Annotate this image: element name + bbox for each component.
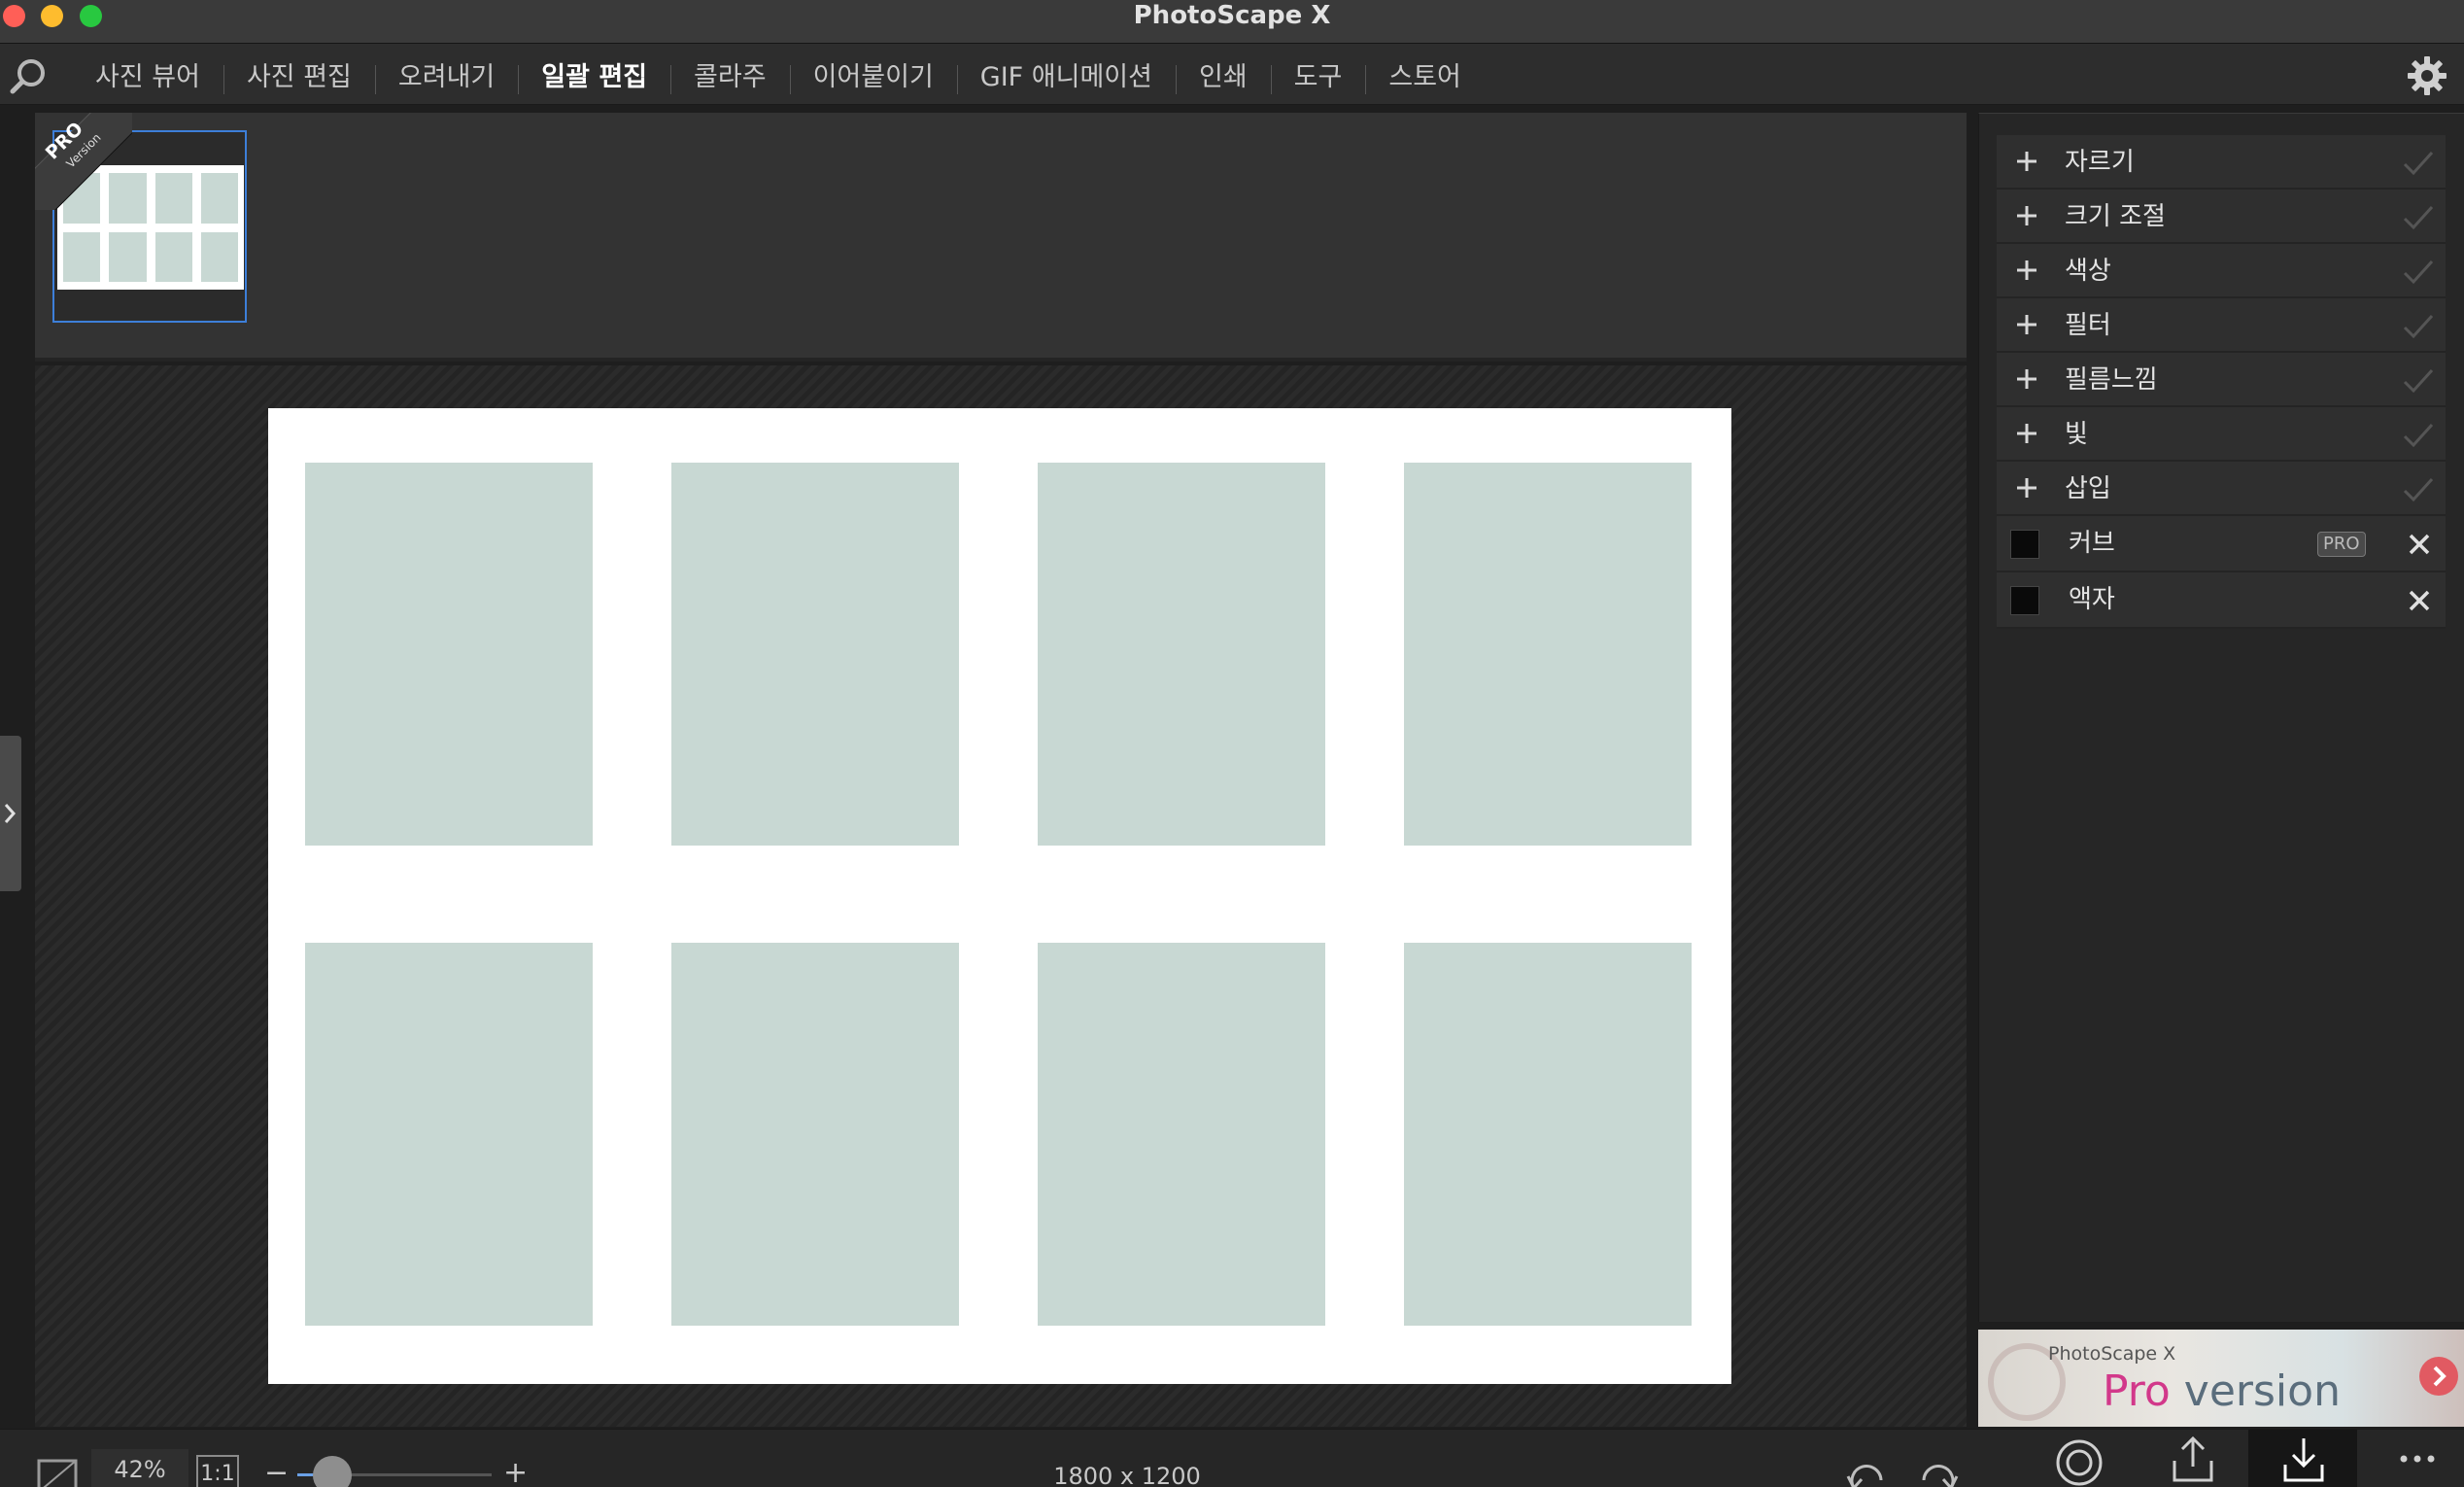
chevron-right-icon <box>4 804 17 823</box>
tool-label: 자르기 <box>2065 148 2135 177</box>
pro-badge: PRO <box>2317 532 2366 557</box>
zoom-slider[interactable] <box>297 1456 492 1487</box>
option-item[interactable]: 액자 <box>1997 572 2446 629</box>
tool-item[interactable]: 필름느낌 <box>1997 353 2446 407</box>
collage-preview <box>268 408 1731 1384</box>
banner-app-name: PhotoScape X <box>2048 1343 2176 1365</box>
tool-item[interactable]: 삽입 <box>1997 462 2446 516</box>
tool-label: 색상 <box>2065 257 2111 286</box>
banner-version-word: version <box>2170 1366 2341 1416</box>
color-swatch[interactable] <box>2010 530 2039 559</box>
image-dimensions: 1800 x 1200 <box>1053 1463 1201 1487</box>
collage-cell <box>1038 463 1325 846</box>
checkmark-icon[interactable] <box>2401 145 2436 180</box>
tab-4[interactable]: 콜라주 <box>670 44 790 105</box>
actual-size-button[interactable]: 1:1 <box>196 1455 239 1487</box>
option-label: 커브 <box>2069 529 2115 558</box>
mode-tabs: 사진 뷰어 사진 편집 오려내기 일괄 편집 콜라주 이어붙이기 GIF 애니메이션 인쇄 도구… <box>72 44 1485 105</box>
color-swatch[interactable] <box>2010 586 2039 615</box>
checkmark-icon[interactable] <box>2401 308 2436 343</box>
zoom-out-button[interactable]: − <box>264 1459 289 1487</box>
save-button[interactable] <box>2248 1430 2357 1487</box>
tool-item[interactable]: 자르기 <box>1997 135 2446 190</box>
banner-headline: Pro version <box>2103 1366 2341 1416</box>
tab-5[interactable]: 이어붙이기 <box>789 44 957 105</box>
tab-8[interactable]: 도구 <box>1270 44 1366 105</box>
batch-tools-panel: 자르기크기 조절색상필터필름느낌빛삽입커브 PRO 액자 <box>1978 113 2464 1322</box>
tool-item[interactable]: 빛 <box>1997 407 2446 462</box>
tab-3[interactable]: 일괄 편집 <box>518 44 670 105</box>
tool-label: 필터 <box>2065 311 2111 340</box>
window-title: PhotoScape X <box>1133 1 1331 30</box>
collage-cell <box>671 943 959 1326</box>
bottom-toolbar: 42% 1:1 − + 1800 x 1200 <box>0 1429 2464 1487</box>
tab-0[interactable]: 사진 뷰어 <box>72 44 223 105</box>
checkmark-icon[interactable] <box>2401 254 2436 289</box>
rotate-right-icon[interactable] <box>1916 1455 1961 1487</box>
more-options-icon[interactable] <box>2398 1449 2437 1469</box>
close-icon[interactable] <box>2405 586 2434 615</box>
tab-2[interactable]: 오려내기 <box>374 44 518 105</box>
collage-cell <box>305 943 593 1326</box>
gear-icon[interactable] <box>2405 53 2449 98</box>
target-icon[interactable] <box>2054 1437 2105 1487</box>
chevron-right-icon <box>2433 1366 2447 1387</box>
plus-icon[interactable] <box>2010 199 2043 232</box>
download-save-icon <box>2283 1438 2324 1482</box>
plus-icon[interactable] <box>2010 254 2043 287</box>
tool-item[interactable]: 크기 조절 <box>1997 190 2446 244</box>
tool-item[interactable]: 색상 <box>1997 244 2446 298</box>
title-bar: PhotoScape X <box>0 0 2464 44</box>
zoom-in-button[interactable]: + <box>503 1459 528 1487</box>
plus-icon[interactable] <box>2010 363 2043 396</box>
plus-icon[interactable] <box>2010 145 2043 178</box>
tab-6[interactable]: GIF 애니메이션 <box>956 44 1176 105</box>
filmstrip: PRO Version <box>35 113 1967 362</box>
zoom-slider-handle[interactable] <box>313 1456 352 1487</box>
checkmark-icon[interactable] <box>2401 363 2436 398</box>
collage-cell <box>1404 943 1692 1326</box>
main-menu-bar: 사진 뷰어 사진 편집 오려내기 일괄 편집 콜라주 이어붙이기 GIF 애니메이션 인쇄 도구… <box>0 44 2464 105</box>
rotate-left-icon[interactable] <box>1844 1455 1889 1487</box>
banner-pro-word: Pro <box>2103 1366 2171 1416</box>
photoscape-logo-icon[interactable] <box>8 55 49 96</box>
fit-window-icon[interactable] <box>37 1459 78 1487</box>
plus-icon[interactable] <box>2010 308 2043 341</box>
checkmark-icon[interactable] <box>2401 471 2436 506</box>
banner-arrow-button[interactable] <box>2419 1357 2458 1396</box>
tool-label: 필름느낌 <box>2065 365 2158 395</box>
tab-1[interactable]: 사진 편집 <box>222 44 375 105</box>
option-label: 액자 <box>2069 585 2115 614</box>
tab-9[interactable]: 스토어 <box>1365 44 1485 105</box>
zoom-level[interactable]: 42% <box>91 1449 188 1487</box>
tool-item[interactable]: 필터 <box>1997 298 2446 353</box>
collage-cell <box>305 463 593 846</box>
checkmark-icon[interactable] <box>2401 199 2436 234</box>
collage-cell <box>671 463 959 846</box>
pro-version-ribbon: PRO Version <box>35 113 132 210</box>
close-icon[interactable] <box>2405 530 2434 559</box>
option-item[interactable]: 커브 PRO <box>1997 516 2446 572</box>
left-panel-toggle[interactable] <box>0 736 21 891</box>
collage-cell <box>1038 943 1325 1326</box>
collage-cell <box>1404 463 1692 846</box>
preview-canvas <box>35 365 1967 1427</box>
share-upload-icon[interactable] <box>2169 1435 2217 1484</box>
pro-version-banner[interactable]: PhotoScape X Pro version <box>1978 1330 2464 1427</box>
tool-label: 빛 <box>2065 420 2088 449</box>
plus-icon[interactable] <box>2010 471 2043 504</box>
tool-list: 자르기크기 조절색상필터필름느낌빛삽입커브 PRO 액자 <box>1997 135 2446 629</box>
tool-label: 크기 조절 <box>2065 202 2166 231</box>
tab-7[interactable]: 인쇄 <box>1175 44 1271 105</box>
app-window: PhotoScape X 사진 뷰어 사진 편집 오려내기 일괄 편집 콜라주 이어붙이기… <box>0 0 2464 1487</box>
plus-icon[interactable] <box>2010 417 2043 450</box>
tool-label: 삽입 <box>2065 474 2111 503</box>
checkmark-icon[interactable] <box>2401 417 2436 452</box>
